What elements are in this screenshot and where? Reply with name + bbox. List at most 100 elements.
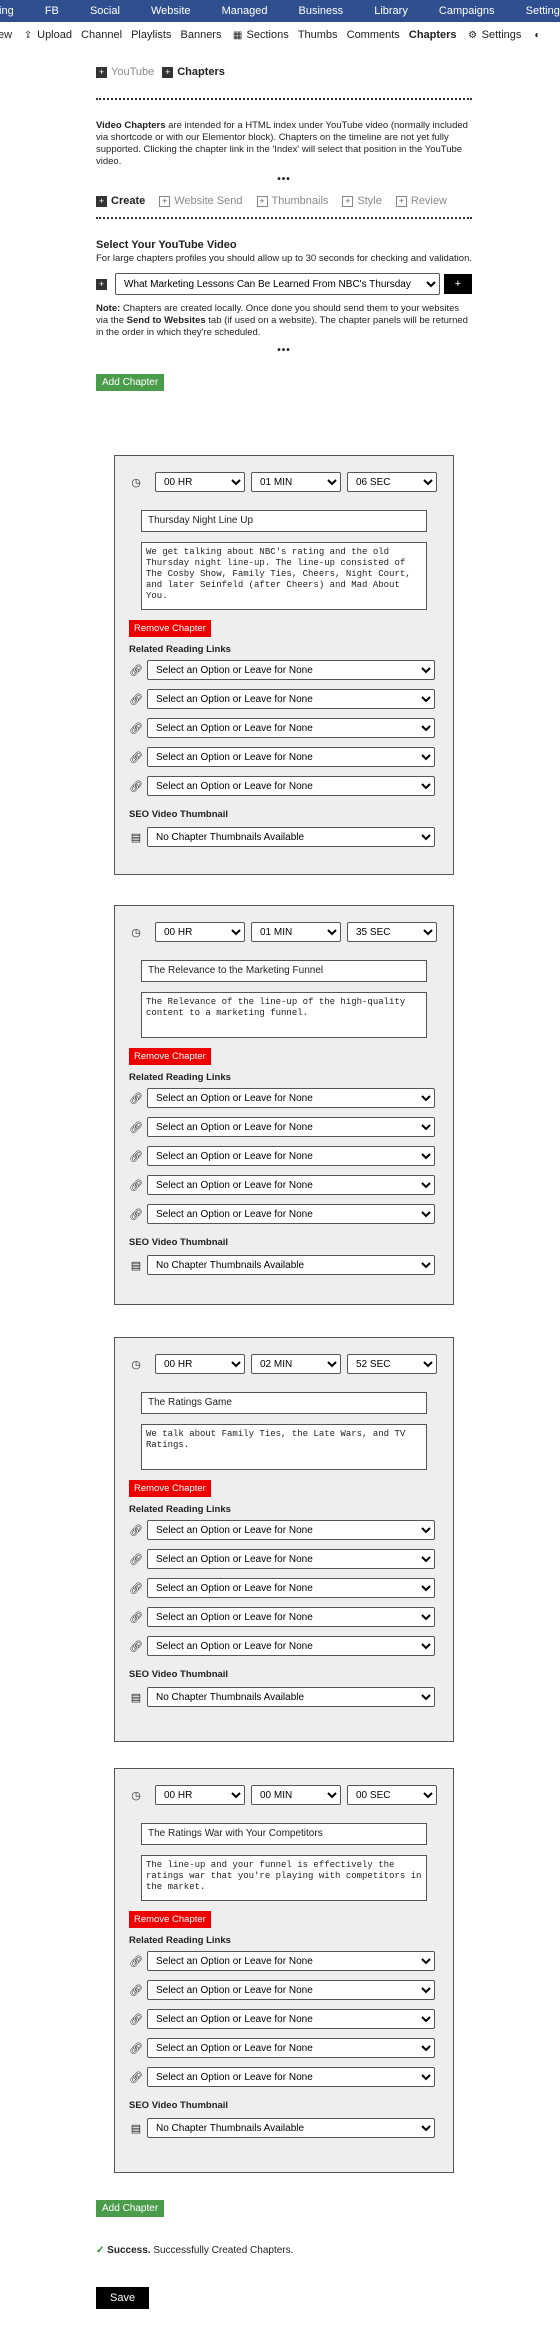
gear-icon: ⚙ bbox=[468, 30, 478, 41]
add-chapter-button[interactable]: Add Chapter bbox=[96, 374, 165, 391]
thumbnail-select[interactable]: No Chapter Thumbnails Available bbox=[147, 827, 435, 847]
top-nav-item[interactable]: Settings bbox=[512, 0, 560, 22]
related-link-select[interactable]: Select an Option or Leave for None bbox=[147, 776, 435, 796]
chapter-title-input[interactable]: The Ratings War with Your Competitors bbox=[141, 1823, 427, 1845]
related-link-select[interactable]: Select an Option or Leave for None bbox=[147, 1636, 435, 1656]
clock-icon: ◷ bbox=[131, 476, 141, 489]
step-review[interactable]: + Review bbox=[395, 195, 447, 207]
subnav-item-sections[interactable]: Sections bbox=[247, 22, 289, 48]
chapter-description-textarea[interactable]: The line-up and your funnel is effective… bbox=[141, 1855, 427, 1901]
related-link-row: 🔗︎ Select an Option or Leave for None bbox=[129, 2067, 435, 2087]
related-link-select[interactable]: Select an Option or Leave for None bbox=[147, 1204, 435, 1224]
tab-youtube[interactable]: + YouTube bbox=[96, 66, 154, 78]
thumbnail-select[interactable]: No Chapter Thumbnails Available bbox=[147, 1687, 435, 1707]
related-link-select[interactable]: Select an Option or Leave for None bbox=[147, 1549, 435, 1569]
film-icon: ▤ bbox=[130, 2122, 142, 2135]
related-link-select[interactable]: Select an Option or Leave for None bbox=[147, 2009, 435, 2029]
time-row: ◷ 00 HR 02 MIN 52 SEC bbox=[129, 1354, 437, 1374]
link-icon: 🔗︎ bbox=[129, 2071, 143, 2084]
link-icon: 🔗︎ bbox=[129, 2013, 143, 2026]
video-select[interactable]: What Marketing Lessons Can Be Learned Fr… bbox=[115, 273, 440, 295]
subnav-item-channel[interactable]: Channel bbox=[81, 22, 122, 48]
related-link-select[interactable]: Select an Option or Leave for None bbox=[147, 1951, 435, 1971]
related-link-select[interactable]: Select an Option or Leave for None bbox=[147, 1607, 435, 1627]
related-link-select[interactable]: Select an Option or Leave for None bbox=[147, 1578, 435, 1598]
subnav-item-playlists[interactable]: Playlists bbox=[131, 22, 171, 48]
related-link-select[interactable]: Select an Option or Leave for None bbox=[147, 2038, 435, 2058]
step-style[interactable]: + Style bbox=[342, 195, 382, 207]
tab-chapters[interactable]: + Chapters bbox=[162, 66, 225, 78]
related-link-select[interactable]: Select an Option or Leave for None bbox=[147, 660, 435, 680]
related-link-select[interactable]: Select an Option or Leave for None bbox=[147, 2067, 435, 2087]
subnav-item-settings[interactable]: Settings bbox=[482, 22, 522, 48]
chapter-title-input[interactable]: The Ratings Game bbox=[141, 1392, 427, 1414]
chapter-title-input[interactable]: Thursday Night Line Up bbox=[141, 510, 427, 532]
plus-square-icon: + bbox=[395, 195, 407, 207]
link-icon: 🔗︎ bbox=[129, 1208, 143, 1221]
hour-select[interactable]: 00 HR bbox=[155, 1785, 245, 1805]
second-select[interactable]: 52 SEC bbox=[347, 1354, 437, 1374]
time-row: ◷ 00 HR 00 MIN 00 SEC bbox=[129, 1785, 437, 1805]
second-select[interactable]: 00 SEC bbox=[347, 1785, 437, 1805]
related-link-select[interactable]: Select an Option or Leave for None bbox=[147, 1117, 435, 1137]
minute-select[interactable]: 00 MIN bbox=[251, 1785, 341, 1805]
add-chapter-button[interactable]: Add Chapter bbox=[96, 2200, 165, 2217]
minute-select[interactable]: 01 MIN bbox=[251, 922, 341, 942]
subnav-item[interactable]: ew bbox=[0, 22, 12, 48]
related-link-select[interactable]: Select an Option or Leave for None bbox=[147, 1175, 435, 1195]
add-chapter-bottom: Add Chapter bbox=[96, 2200, 165, 2217]
top-nav-item[interactable]: Library bbox=[360, 0, 422, 22]
related-reading-label: Related Reading Links bbox=[129, 644, 231, 655]
related-link-select[interactable]: Select an Option or Leave for None bbox=[147, 1520, 435, 1540]
remove-chapter-button[interactable]: Remove Chapter bbox=[129, 620, 211, 637]
subnav-item-chapters[interactable]: Chapters bbox=[409, 22, 457, 48]
remove-chapter-button[interactable]: Remove Chapter bbox=[129, 1911, 211, 1928]
subnav-item-comments[interactable]: Comments bbox=[347, 22, 400, 48]
minute-select[interactable]: 02 MIN bbox=[251, 1354, 341, 1374]
second-select[interactable]: 06 SEC bbox=[347, 472, 437, 492]
hour-select[interactable]: 00 HR bbox=[155, 922, 245, 942]
remove-chapter-button[interactable]: Remove Chapter bbox=[129, 1480, 211, 1497]
top-nav-item[interactable]: FB bbox=[31, 0, 73, 22]
related-link-select[interactable]: Select an Option or Leave for None bbox=[147, 1146, 435, 1166]
top-nav-item[interactable]: Social bbox=[76, 0, 134, 22]
add-video-button[interactable]: + bbox=[443, 274, 472, 294]
top-nav-item[interactable]: Managed bbox=[208, 0, 282, 22]
link-icon: 🔗︎ bbox=[129, 1984, 143, 1997]
top-nav-item[interactable]: Website bbox=[137, 0, 205, 22]
top-nav-item[interactable]: ting bbox=[0, 0, 28, 22]
chapter-description-textarea[interactable]: We get talking about NBC's rating and th… bbox=[141, 542, 427, 610]
related-link-select[interactable]: Select an Option or Leave for None bbox=[147, 718, 435, 738]
remove-chapter-button[interactable]: Remove Chapter bbox=[129, 1048, 211, 1065]
minute-select[interactable]: 01 MIN bbox=[251, 472, 341, 492]
related-link-select[interactable]: Select an Option or Leave for None bbox=[147, 689, 435, 709]
link-icon: 🔗︎ bbox=[129, 1150, 143, 1163]
thumbnail-select[interactable]: No Chapter Thumbnails Available bbox=[147, 1255, 435, 1275]
chapter-title-input[interactable]: The Relevance to the Marketing Funnel bbox=[141, 960, 427, 982]
link-icon: 🔗︎ bbox=[129, 1121, 143, 1134]
note-text: Note: Chapters are created locally. Once… bbox=[96, 303, 468, 338]
chapter-description-textarea[interactable]: The Relevance of the line-up of the high… bbox=[141, 992, 427, 1038]
step-create[interactable]: + Create bbox=[96, 195, 145, 207]
subnav-item-banners[interactable]: Banners bbox=[181, 22, 222, 48]
select-video-hint: For large chapters profiles you should a… bbox=[96, 253, 472, 264]
hour-select[interactable]: 00 HR bbox=[155, 1354, 245, 1374]
main-content: + YouTube + Chapters Video Chapters are in… bbox=[96, 62, 472, 391]
second-select[interactable]: 35 SEC bbox=[347, 922, 437, 942]
related-link-select[interactable]: Select an Option or Leave for None bbox=[147, 1088, 435, 1108]
related-link-select[interactable]: Select an Option or Leave for None bbox=[147, 1980, 435, 2000]
hour-select[interactable]: 00 HR bbox=[155, 472, 245, 492]
save-button[interactable]: Save bbox=[96, 2287, 150, 2309]
step-website-send[interactable]: + Website Send bbox=[159, 195, 243, 207]
subnav-item-thumbs[interactable]: Thumbs bbox=[298, 22, 338, 48]
step-thumbnails[interactable]: + Thumbnails bbox=[256, 195, 328, 207]
chapter-panel: ◷ 00 HR 02 MIN 52 SEC The Ratings Game We… bbox=[114, 1337, 454, 1742]
top-nav-item[interactable]: Business bbox=[285, 0, 358, 22]
subnav-item-upload[interactable]: Upload bbox=[37, 22, 72, 48]
related-link-select[interactable]: Select an Option or Leave for None bbox=[147, 747, 435, 767]
chapter-description-textarea[interactable]: We talk about Family Ties, the Late Wars… bbox=[141, 1424, 427, 1470]
clock-icon: ◷ bbox=[131, 1358, 141, 1371]
top-nav-item[interactable]: Campaigns bbox=[425, 0, 509, 22]
link-icon: 🔗︎ bbox=[129, 1179, 143, 1192]
thumbnail-select[interactable]: No Chapter Thumbnails Available bbox=[147, 2118, 435, 2138]
